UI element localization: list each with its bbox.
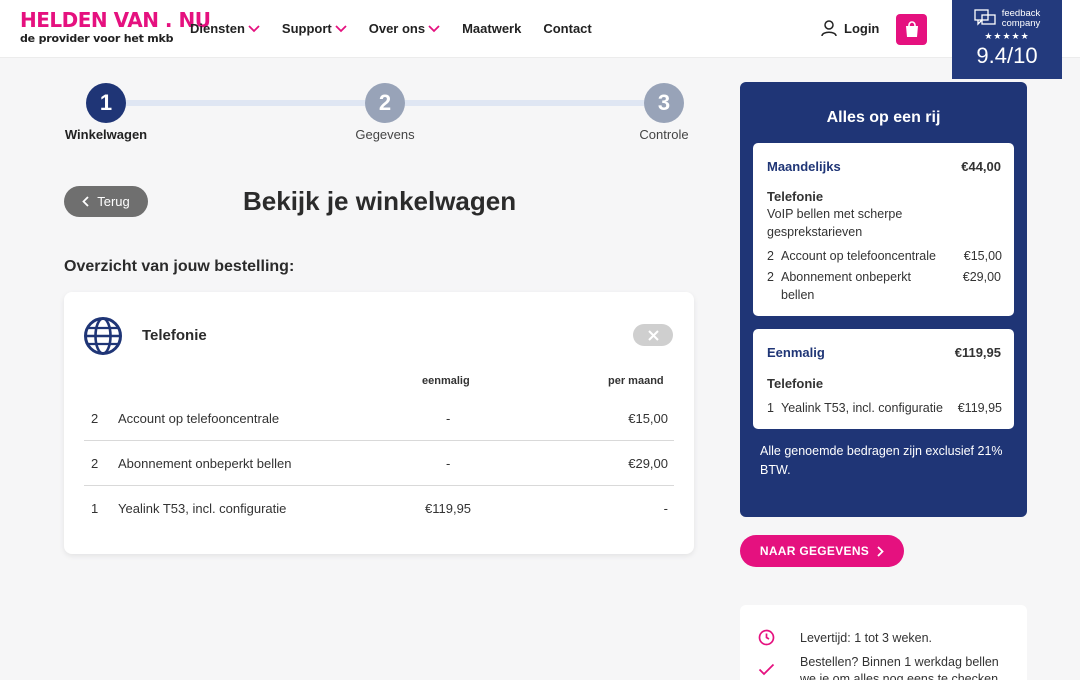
table-row: 2 Account op telefooncentrale - €15,00 [84,396,674,441]
site-header: HELDEN VAN . NU de provider voor het mkb… [0,0,1080,58]
chevron-down-icon [248,24,260,32]
row-month: - [663,501,668,516]
table-row: 2 Abonnement onbeperkt bellen - €29,00 [84,441,674,486]
nav-item-diensten[interactable]: Diensten [190,21,260,36]
step-1-circle: 1 [86,83,126,123]
clock-icon [758,629,775,646]
delivery-time: Levertijd: 1 tot 3 weken. [800,631,933,645]
shopping-bag-icon [905,21,918,37]
once-section: Telefonie [767,376,824,391]
row-qty: 1 [91,501,99,516]
summary-line: 1 Yealink T53, incl. configuratie €119,95 [767,399,1002,417]
product-title: Telefonie [142,327,207,344]
step-2-label: Gegevens [355,127,415,142]
feedback-text: feedback company [1002,9,1041,29]
once-amount: €119,95 [954,345,1001,360]
overview-heading: Overzicht van jouw bestelling: [64,258,295,275]
monthly-section: Telefonie [767,189,824,204]
login-link[interactable]: Login [820,19,879,37]
summary-line: 2 Account op telefooncentrale €15,00 [767,247,1002,265]
row-once: - [446,411,451,426]
checkmark-icon [758,663,775,676]
line-qty: 1 [767,401,774,415]
nav-label: Over ons [368,21,426,36]
nav-label: Maatwerk [462,21,522,36]
logo-main: HELDEN VAN . NU [20,8,211,32]
login-label: Login [844,20,880,36]
summary-line: 2 Abonnement onbeperkt bellen [767,268,942,304]
rating-stars: ★★★★★ [984,31,1030,41]
logo[interactable]: HELDEN VAN . NU de provider voor het mkb [20,8,211,45]
nav-label: Support [281,21,332,36]
monthly-description: VoIP bellen met scherpe gesprekstarieven [767,207,903,239]
nav-item-contact[interactable]: Contact [543,21,591,36]
row-month: €29,00 [628,456,668,471]
row-name: Yealink T53, incl. configuratie [118,501,287,516]
feedback-company-badge[interactable]: feedback company ★★★★★ 9.4/10 [952,0,1062,79]
line-name: Yealink T53, incl. configuratie [781,401,943,415]
chevron-down-icon [335,24,347,32]
line-qty: 2 [767,249,774,263]
col-header-once: eenmalig [422,375,470,387]
step-2-circle: 2 [365,83,405,123]
speech-bubbles-icon [974,9,996,26]
remove-product-button[interactable] [633,324,673,346]
once-label: Eenmalig [767,345,825,360]
cta-label: NAAR GEGEVENS [759,544,870,558]
main-nav: Diensten Support Over ons Maatwerk Conta… [190,21,614,36]
order-summary: Alles op een rij Maandelijks €44,00 Tele… [740,82,1027,517]
feedback-line2: company [1001,18,1041,29]
nav-label: Contact [543,21,592,36]
monthly-summary-box: Maandelijks €44,00 Telefonie VoIP bellen… [753,143,1014,316]
nav-item-support[interactable]: Support [282,21,347,36]
info-card: Levertijd: 1 tot 3 weken. Bestellen? Bin… [740,605,1027,680]
feedback-header: feedback company [952,9,1062,29]
chevron-left-icon [82,196,89,207]
row-qty: 2 [91,411,99,426]
line-price: €29,00 [962,270,1001,284]
row-once: €119,95 [425,501,472,516]
globe-icon [84,317,122,355]
step-3-circle: 3 [644,83,684,123]
row-month: €15,00 [628,411,668,426]
user-icon [821,20,837,37]
summary-title: Alles op een rij [826,109,941,126]
product-card: Telefonie eenmalig per maand 2 Account o… [64,292,694,554]
row-qty: 2 [91,456,99,471]
monthly-label: Maandelijks [767,159,841,174]
once-summary-box: Eenmalig €119,95 Telefonie 1 Yealink T53,… [753,329,1014,429]
line-price: €15,00 [963,249,1002,263]
row-name: Account op telefooncentrale [118,411,280,426]
page-title: Bekijk je winkelwagen [243,186,517,216]
row-name: Abonnement onbeperkt bellen [118,456,292,471]
next-step-button[interactable]: NAAR GEGEVENS [740,535,904,567]
step-1-label: Winkelwagen [64,127,148,142]
nav-label: Diensten [190,21,245,36]
back-label: Terug [97,194,130,209]
step-3-label: Controle [639,127,689,142]
line-qty: 2 [767,270,774,284]
monthly-amount: €44,00 [961,159,1001,174]
line-name: Account op telefooncentrale [781,249,936,263]
nav-item-over-ons[interactable]: Over ons [369,21,440,36]
line-name: Abonnement onbeperkt bellen [781,270,911,302]
close-icon [647,329,659,341]
nav-item-maatwerk[interactable]: Maatwerk [462,21,521,36]
rating-score: 9.4/10 [976,43,1038,68]
row-once: - [446,456,451,471]
chevron-right-icon [877,545,884,557]
cart-button[interactable] [896,14,927,45]
line-price: €119,95 [957,401,1002,415]
order-info: Bestellen? Binnen 1 werkdag bellen we je… [800,655,999,680]
logo-tagline: de provider voor het mkb [20,32,174,45]
col-header-month: per maand [608,375,664,387]
table-row: 1 Yealink T53, incl. configuratie €119,9… [84,486,674,531]
chevron-down-icon [428,24,440,32]
back-button[interactable]: Terug [64,186,148,217]
vat-note: Alle genoemde bedragen zijn exclusief 21… [760,444,1003,477]
